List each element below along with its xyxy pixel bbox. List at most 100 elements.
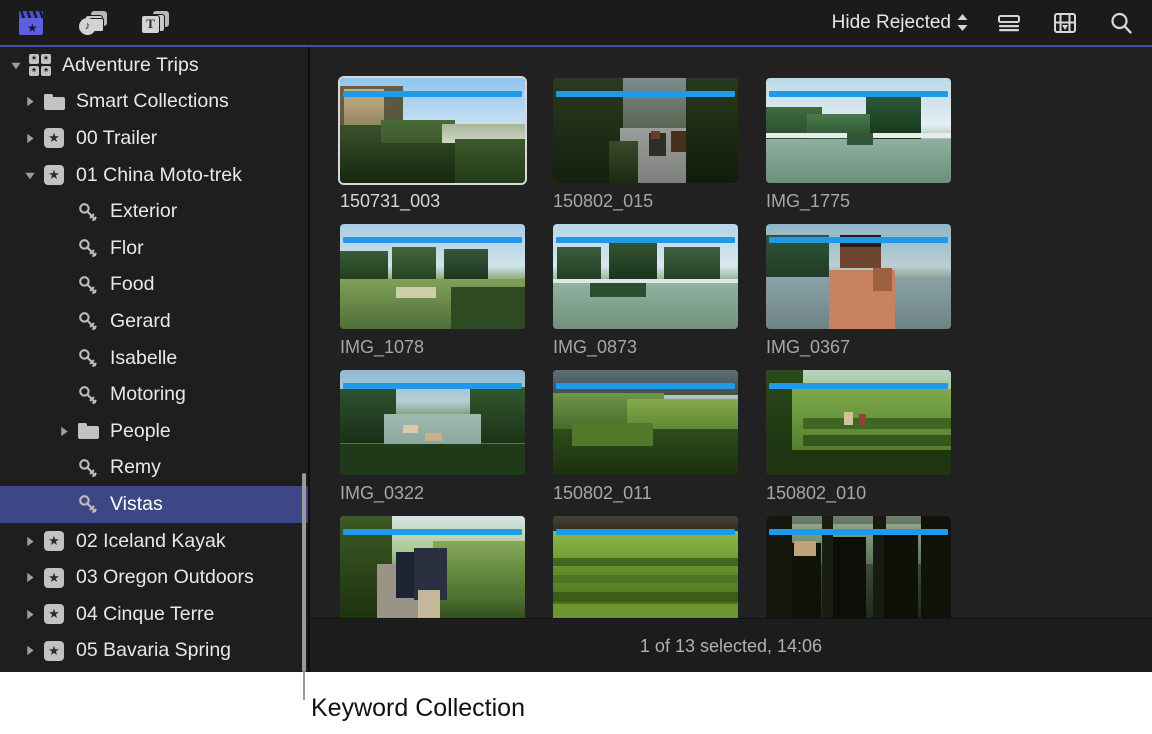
folder-icon: [76, 420, 100, 442]
chevron-down-icon[interactable]: [24, 169, 36, 181]
filmstrip-view-icon[interactable]: [1050, 8, 1080, 38]
clip-thumbnail[interactable]: [766, 224, 951, 329]
toolbar: ★ ♪ T Hide Rejected: [0, 0, 1152, 45]
clip-thumbnail[interactable]: [766, 370, 951, 475]
keyword-key-icon: [78, 202, 98, 222]
clip-thumbnail[interactable]: [553, 370, 738, 475]
keyword-range-bar[interactable]: [556, 529, 735, 535]
chevron-right-icon[interactable]: [24, 96, 36, 108]
keyword-range-bar[interactable]: [343, 529, 522, 535]
sidebar-item-adventure-trips[interactable]: ★ ★ ★ ★ Adventure Trips: [0, 47, 308, 84]
clip-item[interactable]: IMG_1078: [340, 224, 529, 358]
keyword-key-icon: [78, 494, 98, 514]
filmstrip-glyph: [1054, 12, 1076, 33]
clip-name-label: 150802_011: [553, 483, 652, 503]
clip-item[interactable]: 150731_003: [338, 76, 529, 212]
disclosure-placeholder: [58, 352, 70, 364]
keyword-range-bar[interactable]: [556, 91, 735, 97]
keyword-range-bar[interactable]: [343, 91, 522, 97]
sidebar-item-label: 03 Oregon Outdoors: [76, 566, 254, 589]
chevron-right-icon[interactable]: [24, 645, 36, 657]
chevron-right-icon[interactable]: [24, 572, 36, 584]
clip-thumbnail[interactable]: [766, 78, 951, 183]
sidebar-item-label: 05 Bavaria Spring: [76, 639, 232, 662]
clip-item[interactable]: IMG_0873: [553, 224, 742, 358]
sidebar-item-smart-collections[interactable]: Smart Collections: [0, 84, 308, 121]
photos-audio-icon[interactable]: ♪: [78, 8, 108, 38]
keyword-range-bar[interactable]: [556, 383, 735, 389]
clip-item[interactable]: IMG_1775: [766, 78, 955, 212]
clip-thumbnail[interactable]: [340, 224, 525, 329]
clip-item[interactable]: 150802_015: [553, 78, 742, 212]
sidebar-item-05-bavaria-spring[interactable]: ★ 05 Bavaria Spring: [0, 633, 308, 670]
clip-item[interactable]: IMG_0322: [340, 370, 529, 504]
clip-item[interactable]: [766, 516, 955, 618]
disclosure-placeholder: [58, 462, 70, 474]
libraries-icon[interactable]: ★: [16, 8, 46, 38]
clip-item[interactable]: [340, 516, 529, 618]
chevron-right-icon[interactable]: [58, 425, 70, 437]
libraries-sidebar[interactable]: ★ ★ ★ ★ Adventure Trips Smart Collections ★ 00 …: [0, 47, 308, 672]
clapperboard-star-icon: ★: [18, 10, 44, 35]
keyword-range-bar[interactable]: [769, 529, 948, 535]
clip-name-label: 150802_015: [553, 191, 654, 211]
sidebar-item-04-cinque-terre[interactable]: ★ 04 Cinque Terre: [0, 596, 308, 633]
keyword-icon: [76, 493, 100, 515]
chevron-right-icon[interactable]: [24, 608, 36, 620]
keyword-icon: [76, 310, 100, 332]
chevron-right-icon[interactable]: [24, 535, 36, 547]
sidebar-item-flor[interactable]: Flor: [0, 230, 308, 267]
sidebar-item-people[interactable]: People: [0, 413, 308, 450]
clip-item[interactable]: [553, 516, 742, 618]
sidebar-item-vistas[interactable]: Vistas: [0, 486, 308, 523]
clip-thumbnail[interactable]: [553, 224, 738, 329]
sidebar-item-exterior[interactable]: Exterior: [0, 193, 308, 230]
clip-item[interactable]: 150802_010: [766, 370, 955, 504]
sidebar-item-label: 00 Trailer: [76, 126, 158, 149]
list-view-icon[interactable]: [994, 8, 1024, 38]
sidebar-item-isabelle[interactable]: Isabelle: [0, 340, 308, 377]
sidebar-item-gerard[interactable]: Gerard: [0, 303, 308, 340]
toolbar-left-group: ★ ♪ T: [0, 8, 170, 38]
sidebar-item-01-china-moto-trek[interactable]: ★ 01 China Moto-trek: [0, 157, 308, 194]
titles-generators-icon[interactable]: T: [140, 8, 170, 38]
clip-thumbnail[interactable]: [553, 516, 738, 618]
clip-thumbnail[interactable]: [766, 516, 951, 618]
sidebar-item-00-trailer[interactable]: ★ 00 Trailer: [0, 120, 308, 157]
keyword-range-bar[interactable]: [769, 383, 948, 389]
sidebar-item-remy[interactable]: Remy: [0, 450, 308, 487]
sidebar-item-label: 02 Iceland Kayak: [76, 529, 226, 552]
clip-thumbnail[interactable]: [340, 516, 525, 618]
keyword-range-bar[interactable]: [556, 237, 735, 243]
keyword-range-bar[interactable]: [343, 237, 522, 243]
event-star-icon: ★: [44, 567, 64, 588]
sidebar-item-label: 04 Cinque Terre: [76, 602, 215, 625]
clip-name-label: IMG_1078: [340, 337, 425, 357]
clip-thumbnail[interactable]: [338, 76, 527, 185]
sidebar-item-label: Food: [110, 273, 155, 296]
chevron-right-icon[interactable]: [24, 132, 36, 144]
titles-t-glyph: T: [141, 14, 160, 34]
clip-thumbnail[interactable]: [553, 78, 738, 183]
keyword-range-bar[interactable]: [769, 237, 948, 243]
clip-thumbnail[interactable]: [340, 370, 525, 475]
search-icon[interactable]: [1106, 8, 1136, 38]
clip-name-label: 150802_010: [766, 483, 867, 503]
sidebar-item-02-iceland-kayak[interactable]: ★ 02 Iceland Kayak: [0, 523, 308, 560]
chevron-down-icon[interactable]: [10, 59, 22, 71]
hide-rejected-filter[interactable]: Hide Rejected: [832, 12, 968, 34]
sidebar-item-label: Motoring: [110, 383, 186, 406]
sidebar-item-food[interactable]: Food: [0, 267, 308, 304]
keyword-range-bar[interactable]: [343, 383, 522, 389]
clip-browser[interactable]: 150731_003 150802_015 IMG_1775 IMG_1078 IMG_…: [310, 47, 1152, 618]
event-star-icon: ★: [44, 640, 64, 661]
sidebar-item-03-oregon-outdoors[interactable]: ★ 03 Oregon Outdoors: [0, 559, 308, 596]
chevron-up-down-icon: [957, 14, 968, 31]
clip-name-label: 150731_003: [340, 191, 441, 211]
selection-status-text: 1 of 13 selected, 14:06: [639, 635, 823, 656]
clip-item[interactable]: IMG_0367: [766, 224, 955, 358]
sidebar-item-motoring[interactable]: Motoring: [0, 376, 308, 413]
keyword-range-bar[interactable]: [769, 91, 948, 97]
clip-item[interactable]: 150802_011: [553, 370, 742, 504]
event-icon: ★: [42, 603, 66, 625]
